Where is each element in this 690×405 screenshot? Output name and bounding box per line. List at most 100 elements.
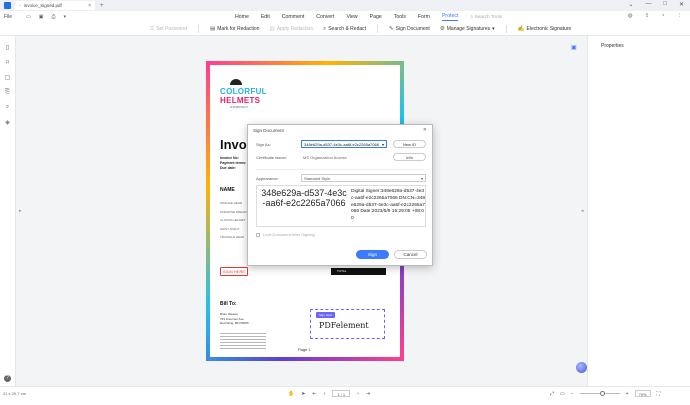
cancel-button[interactable]: Cancel [394, 250, 427, 259]
fine-print [220, 333, 266, 351]
ai-assistant-icon[interactable] [576, 362, 587, 373]
minimize-button[interactable]: — [645, 1, 651, 8]
electronic-signature-button[interactable]: ✍ Electronic Signature [518, 25, 572, 33]
search-icon[interactable]: ⌕ [0, 104, 15, 111]
sign-button[interactable]: Sign [356, 250, 389, 259]
menu-view[interactable]: View [346, 14, 357, 20]
meta-line: Due date: [220, 166, 236, 170]
close-icon[interactable]: ✕ [423, 127, 427, 133]
attachment-icon[interactable]: ⎘ [0, 89, 15, 96]
menu-home[interactable]: Home [235, 14, 249, 20]
maximize-button[interactable]: □ [663, 1, 667, 8]
print-icon[interactable]: ⎙ [52, 14, 56, 20]
menu-page[interactable]: Page [370, 14, 382, 20]
menu-protect[interactable]: Protect [441, 13, 459, 21]
help-icon[interactable]: ? [4, 375, 11, 382]
collapse-left-icon[interactable]: ▸ [19, 208, 22, 214]
first-page-icon[interactable]: ⇤ [312, 391, 316, 397]
preview-signer-name: 348e629a-d537-4e3c-aa6f-e2c2265a7066 [261, 188, 347, 208]
lock-label: Lock Document After Signing [263, 232, 315, 237]
new-id-button[interactable]: New ID [393, 140, 426, 148]
search-tools-placeholder: Search Tools [474, 15, 503, 20]
signature-field[interactable]: Sign Here PDFelement [310, 309, 385, 339]
left-sidebar: ▯ ⌑ ▢ ⎘ ⌕ ◈ ? [0, 36, 16, 386]
sign-here-tag[interactable]: SIGN HERE [220, 267, 249, 276]
brand-line-1: COLORFUL [220, 87, 267, 96]
page-navigation: ✋ ➤ ⇤ ‹ 1 / 1 › ⇥ [288, 390, 370, 397]
collapse-icon[interactable]: ⌄ [628, 1, 633, 8]
lock-checkbox[interactable] [256, 232, 260, 237]
comment-icon[interactable]: ▢ [0, 74, 15, 81]
document-tab[interactable]: ▫ invoice_Signed.pdf × [15, 1, 95, 10]
fit-page-icon[interactable]: ⤢ [550, 391, 554, 397]
pdf-file-icon: ▫ [19, 2, 21, 9]
invoice-meta: Invoice No: Payment terms: Due date: [220, 156, 246, 171]
menu-tools[interactable]: Tools [394, 14, 406, 20]
last-page-icon[interactable]: ⇥ [366, 391, 370, 397]
page-number-input[interactable]: 1 / 1 [332, 390, 351, 397]
apply-redaction-label: Apply Redaction [276, 26, 314, 32]
tab-title: invoice_Signed.pdf [23, 3, 62, 8]
appearance-label: Appearance: [256, 176, 279, 181]
page-dimensions: 21 x 29.7 cm [3, 391, 26, 396]
info-button[interactable]: Info [393, 153, 426, 161]
select-tool-icon[interactable]: ➤ [301, 391, 305, 397]
certificate-issuer-label: Certificate Issuer: [256, 155, 288, 160]
electronic-signature-label: Electronic Signature [526, 26, 572, 32]
search-redact-label: Search & Redact [328, 26, 367, 32]
dialog-title: Sign Document [253, 127, 284, 133]
notification-icon[interactable]: ◔ [661, 13, 664, 19]
appearance-select[interactable]: Standard Style ▾ [301, 174, 426, 182]
more-icon[interactable]: ⋮ [677, 13, 683, 19]
apply-redaction-icon: ▥ [269, 26, 275, 32]
helmet-logo-icon [230, 79, 242, 85]
collapse-right-icon[interactable]: ◂ [581, 208, 584, 214]
bill-to-address: Brian Weaver 763 Freeman Ave Red Wing, M… [220, 312, 249, 326]
upload-icon[interactable]: ⇪ [645, 13, 650, 19]
total-bar: TOTAL [331, 268, 386, 275]
sign-document-dialog: Sign Document ✕ Sign As: 348e629a-d537-4… [247, 124, 433, 266]
apply-redaction-button[interactable]: ▥ Apply Redaction [270, 25, 314, 33]
zoom-slider-knob[interactable] [599, 391, 605, 396]
zoom-slider[interactable] [579, 391, 620, 396]
menu-form[interactable]: Form [418, 14, 430, 20]
search-tools[interactable]: ⌕ Search Tools [470, 14, 502, 20]
chevron-down-icon: ▾ [381, 141, 384, 147]
page-layout-icon[interactable]: ▭ [560, 391, 565, 397]
open-file-icon[interactable]: ▭ [26, 14, 31, 20]
appearance-value: Standard Style [304, 175, 331, 181]
zoom-out-icon[interactable]: − [571, 391, 574, 397]
search-redact-button[interactable]: ⌕ Search & Redact [323, 25, 366, 33]
thumbnails-icon[interactable]: ▯ [0, 44, 15, 51]
file-menu[interactable]: File [4, 14, 12, 20]
chevron-down-icon: ▾ [420, 175, 423, 181]
hand-tool-icon[interactable]: ✋ [288, 391, 294, 397]
zoom-level[interactable]: 70% [634, 390, 651, 397]
save-icon[interactable]: ▣ [39, 14, 44, 20]
zoom-in-icon[interactable]: + [626, 391, 629, 397]
lock-document-option[interactable]: Lock Document After Signing [256, 232, 315, 237]
mark-for-redaction-button[interactable]: ▤ Mark for Redaction [210, 25, 259, 33]
sign-document-button[interactable]: ✎ Sign Document [389, 25, 430, 33]
floating-tool-icon[interactable]: ▣ [571, 44, 577, 51]
sign-as-select[interactable]: 348e629a-d537-4e3c-aa6f-e2c2265a7066 ▾ [301, 140, 387, 148]
menu-bar: File ▭ ▣ ⎙ ▾ Home Edit Comment Convert V… [0, 11, 690, 23]
layers-icon[interactable]: ◈ [0, 119, 15, 126]
account-icon[interactable]: ◍ [628, 13, 633, 19]
tab-close-icon[interactable]: × [88, 3, 91, 9]
add-tab-button[interactable]: + [100, 3, 104, 9]
dropdown-icon[interactable]: ▾ [64, 14, 67, 20]
fullscreen-icon[interactable]: ⛶ [657, 391, 661, 397]
menu-edit[interactable]: Edit [261, 14, 270, 20]
manage-signatures-button[interactable]: ⚙ Manage Signatures ▾ [440, 25, 495, 33]
prev-page-icon[interactable]: ‹ [324, 391, 326, 397]
set-password-label: Set Password [156, 26, 188, 32]
set-password-button[interactable]: ⚿ Set Password [150, 25, 187, 33]
menu-comment[interactable]: Comment [282, 14, 305, 20]
next-page-icon[interactable]: › [357, 391, 359, 397]
signature-preview: 348e629a-d537-4e3c-aa6f-e2c2265a7066 Dig… [256, 185, 426, 227]
bookmark-icon[interactable]: ⌑ [0, 59, 15, 66]
close-window-button[interactable]: ✕ [679, 1, 684, 8]
main-menu: Home Edit Comment Convert View Page Tool… [235, 11, 502, 23]
menu-convert[interactable]: Convert [316, 14, 334, 20]
